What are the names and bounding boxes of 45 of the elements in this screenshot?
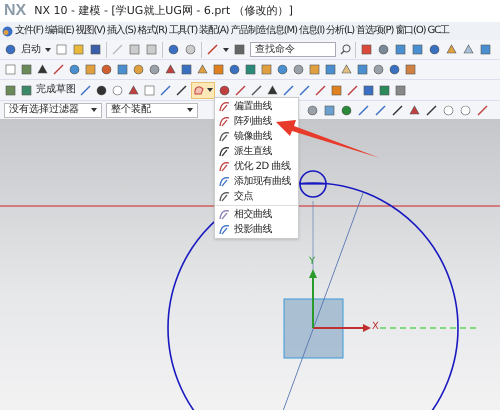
caret-icon [207, 88, 213, 92]
menu-item[interactable]: 编辑(E) [45, 26, 74, 36]
menu-item[interactable]: 投影曲线 [215, 222, 298, 237]
curve-dropdown-button[interactable] [191, 82, 215, 98]
menu-item[interactable]: 产品制造信息(M) [230, 26, 297, 36]
menu-item[interactable]: 插入(S) [106, 26, 136, 36]
menu-item[interactable]: 添加现有曲线 [215, 174, 298, 189]
search-icon[interactable] [340, 44, 351, 55]
logo-icon[interactable] [2, 26, 13, 36]
app-logo: NX [4, 3, 26, 19]
menu-item[interactable]: 优化 2D 曲线 [215, 159, 298, 174]
menu-item[interactable]: 装配(A) [199, 26, 228, 36]
window-title: NX 10 - 建模 - [学UG就上UG网 - 6.prt （修改的）] [34, 2, 293, 19]
menu-item[interactable]: 交点 [215, 189, 298, 204]
circle-icon[interactable] [459, 104, 472, 116]
menu-item[interactable]: 相交曲线 [215, 207, 298, 222]
search-field[interactable]: 查找命令 [250, 42, 336, 57]
line-icon[interactable] [357, 104, 370, 116]
menu-item[interactable]: GC工 [427, 26, 449, 36]
circle-icon[interactable] [111, 84, 124, 96]
caret-icon[interactable] [223, 48, 229, 52]
circle-icon[interactable] [442, 104, 455, 116]
menu-item[interactable]: 分析(L) [326, 26, 354, 36]
menu-item[interactable]: 镜像曲线 [215, 129, 298, 144]
menu-item[interactable]: 偏置曲线 [215, 99, 298, 114]
finish-sketch-button[interactable]: 完成草图 [36, 85, 76, 95]
menu-item[interactable]: 工具(T) [168, 26, 198, 36]
menu-item[interactable]: 信息(I) [298, 26, 324, 36]
menu-item[interactable]: 格式(R) [138, 26, 167, 36]
selection-filter-dropdown[interactable]: 没有选择过滤器 [4, 102, 102, 118]
line-icon[interactable] [79, 84, 92, 96]
menu-item[interactable]: 首选项(P) [356, 26, 394, 36]
menu-item[interactable]: 文件(F) [15, 26, 44, 36]
line-icon[interactable] [374, 104, 387, 116]
rectangle-icon[interactable] [143, 84, 156, 96]
menu-item[interactable]: 视图(V) [76, 26, 105, 36]
y-axis-label: Y [309, 257, 316, 267]
caret-icon[interactable] [45, 48, 51, 52]
start-button[interactable]: 启动 [21, 44, 41, 54]
x-axis-label: X [372, 322, 379, 332]
small-circle [299, 170, 364, 242]
square-icon[interactable] [4, 63, 17, 76]
menu-item[interactable]: 派生直线 [215, 144, 298, 159]
scope-dropdown[interactable]: 整个装配 [106, 102, 198, 118]
menu-item[interactable]: 窗口(O) [395, 26, 426, 36]
